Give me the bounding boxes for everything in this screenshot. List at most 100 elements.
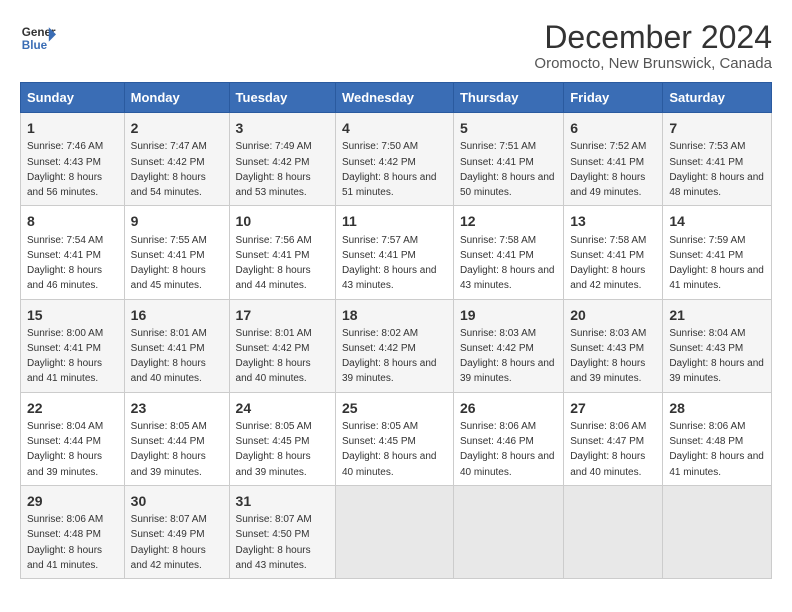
day-info: Sunrise: 7:50 AMSunset: 4:42 PMDaylight:… [342,141,437,198]
day-info: Sunrise: 8:04 AMSunset: 4:43 PMDaylight:… [669,328,764,385]
day-info: Sunrise: 7:47 AMSunset: 4:42 PMDaylight:… [131,141,207,198]
day-number: 26 [460,398,557,418]
day-number: 27 [570,398,656,418]
day-info: Sunrise: 7:51 AMSunset: 4:41 PMDaylight:… [460,141,555,198]
day-info: Sunrise: 7:58 AMSunset: 4:41 PMDaylight:… [460,235,555,292]
day-info: Sunrise: 7:56 AMSunset: 4:41 PMDaylight:… [236,235,312,292]
calendar-cell: 3 Sunrise: 7:49 AMSunset: 4:42 PMDaylight… [229,113,335,206]
day-number: 10 [236,211,329,231]
header-friday: Friday [564,83,663,113]
logo: General Blue General Blue [20,20,56,56]
day-info: Sunrise: 7:46 AMSunset: 4:43 PMDaylight:… [27,141,103,198]
page-subtitle: Oromocto, New Brunswick, Canada [534,55,772,72]
calendar-cell: 5 Sunrise: 7:51 AMSunset: 4:41 PMDaylight… [453,113,563,206]
calendar-cell: 18 Sunrise: 8:02 AMSunset: 4:42 PMDayligh… [335,299,453,392]
day-number: 22 [27,398,118,418]
header-saturday: Saturday [663,83,772,113]
day-info: Sunrise: 7:58 AMSunset: 4:41 PMDaylight:… [570,235,646,292]
day-info: Sunrise: 8:06 AMSunset: 4:46 PMDaylight:… [460,421,555,478]
day-number: 7 [669,118,765,138]
day-number: 28 [669,398,765,418]
calendar-cell: 19 Sunrise: 8:03 AMSunset: 4:42 PMDayligh… [453,299,563,392]
day-info: Sunrise: 8:03 AMSunset: 4:43 PMDaylight:… [570,328,646,385]
day-number: 8 [27,211,118,231]
day-info: Sunrise: 8:02 AMSunset: 4:42 PMDaylight:… [342,328,437,385]
calendar-week-1: 8 Sunrise: 7:54 AMSunset: 4:41 PMDaylight… [21,206,772,299]
calendar-week-0: 1 Sunrise: 7:46 AMSunset: 4:43 PMDaylight… [21,113,772,206]
header-monday: Monday [124,83,229,113]
calendar-table: SundayMondayTuesdayWednesdayThursdayFrid… [20,82,772,579]
day-info: Sunrise: 7:53 AMSunset: 4:41 PMDaylight:… [669,141,764,198]
day-number: 29 [27,491,118,511]
header-sunday: Sunday [21,83,125,113]
day-number: 4 [342,118,447,138]
day-info: Sunrise: 8:07 AMSunset: 4:49 PMDaylight:… [131,514,207,571]
day-number: 6 [570,118,656,138]
page-title: December 2024 [534,20,772,55]
calendar-cell: 10 Sunrise: 7:56 AMSunset: 4:41 PMDayligh… [229,206,335,299]
calendar-cell: 12 Sunrise: 7:58 AMSunset: 4:41 PMDayligh… [453,206,563,299]
calendar-cell: 13Sunrise: 7:58 AMSunset: 4:41 PMDayligh… [564,206,663,299]
day-number: 2 [131,118,223,138]
calendar-cell: 17 Sunrise: 8:01 AMSunset: 4:42 PMDayligh… [229,299,335,392]
day-number: 15 [27,305,118,325]
day-number: 23 [131,398,223,418]
calendar-cell: 8 Sunrise: 7:54 AMSunset: 4:41 PMDaylight… [21,206,125,299]
calendar-cell: 24Sunrise: 8:05 AMSunset: 4:45 PMDayligh… [229,392,335,485]
calendar-cell: 23 Sunrise: 8:05 AMSunset: 4:44 PMDayligh… [124,392,229,485]
calendar-cell: 21 Sunrise: 8:04 AMSunset: 4:43 PMDayligh… [663,299,772,392]
day-info: Sunrise: 7:57 AMSunset: 4:41 PMDaylight:… [342,235,437,292]
day-number: 18 [342,305,447,325]
day-number: 3 [236,118,329,138]
day-info: Sunrise: 8:05 AMSunset: 4:44 PMDaylight:… [131,421,207,478]
calendar-cell: 2 Sunrise: 7:47 AMSunset: 4:42 PMDaylight… [124,113,229,206]
calendar-cell: 1 Sunrise: 7:46 AMSunset: 4:43 PMDaylight… [21,113,125,206]
calendar-cell: 25 Sunrise: 8:05 AMSunset: 4:45 PMDayligh… [335,392,453,485]
calendar-cell: 28 Sunrise: 8:06 AMSunset: 4:48 PMDayligh… [663,392,772,485]
calendar-cell: 4 Sunrise: 7:50 AMSunset: 4:42 PMDaylight… [335,113,453,206]
calendar-cell: 7 Sunrise: 7:53 AMSunset: 4:41 PMDaylight… [663,113,772,206]
day-number: 17 [236,305,329,325]
calendar-cell: 15 Sunrise: 8:00 AMSunset: 4:41 PMDayligh… [21,299,125,392]
day-info: Sunrise: 7:52 AMSunset: 4:41 PMDaylight:… [570,141,646,198]
calendar-cell: 6 Sunrise: 7:52 AMSunset: 4:41 PMDaylight… [564,113,663,206]
day-number: 25 [342,398,447,418]
day-number: 21 [669,305,765,325]
header-wednesday: Wednesday [335,83,453,113]
day-info: Sunrise: 8:01 AMSunset: 4:42 PMDaylight:… [236,328,312,385]
calendar-cell: 30Sunrise: 8:07 AMSunset: 4:49 PMDayligh… [124,485,229,578]
day-info: Sunrise: 7:59 AMSunset: 4:41 PMDaylight:… [669,235,764,292]
day-info: Sunrise: 8:00 AMSunset: 4:41 PMDaylight:… [27,328,103,385]
day-number: 12 [460,211,557,231]
day-number: 19 [460,305,557,325]
title-area: December 2024 Oromocto, New Brunswick, C… [534,20,772,72]
day-info: Sunrise: 7:49 AMSunset: 4:42 PMDaylight:… [236,141,312,198]
calendar-cell: 27 Sunrise: 8:06 AMSunset: 4:47 PMDayligh… [564,392,663,485]
day-info: Sunrise: 8:03 AMSunset: 4:42 PMDaylight:… [460,328,555,385]
day-number: 24 [236,398,329,418]
logo-icon: General Blue [20,20,56,56]
calendar-cell: 31 Sunrise: 8:07 AMSunset: 4:50 PMDayligh… [229,485,335,578]
calendar-cell [663,485,772,578]
calendar-cell: 22Sunrise: 8:04 AMSunset: 4:44 PMDayligh… [21,392,125,485]
calendar-cell [335,485,453,578]
day-number: 1 [27,118,118,138]
day-info: Sunrise: 8:06 AMSunset: 4:48 PMDaylight:… [669,421,764,478]
calendar-cell: 14 Sunrise: 7:59 AMSunset: 4:41 PMDayligh… [663,206,772,299]
calendar-cell [564,485,663,578]
day-number: 5 [460,118,557,138]
calendar-cell: 29Sunrise: 8:06 AMSunset: 4:48 PMDayligh… [21,485,125,578]
day-info: Sunrise: 8:07 AMSunset: 4:50 PMDaylight:… [236,514,312,571]
day-number: 14 [669,211,765,231]
day-number: 20 [570,305,656,325]
day-number: 11 [342,211,447,231]
day-info: Sunrise: 8:05 AMSunset: 4:45 PMDaylight:… [342,421,437,478]
calendar-cell: 9Sunrise: 7:55 AMSunset: 4:41 PMDaylight… [124,206,229,299]
calendar-cell: 20 Sunrise: 8:03 AMSunset: 4:43 PMDayligh… [564,299,663,392]
day-number: 31 [236,491,329,511]
day-info: Sunrise: 8:06 AMSunset: 4:47 PMDaylight:… [570,421,646,478]
day-info: Sunrise: 7:55 AMSunset: 4:41 PMDaylight:… [131,235,207,292]
calendar-cell: 16Sunrise: 8:01 AMSunset: 4:41 PMDayligh… [124,299,229,392]
day-info: Sunrise: 7:54 AMSunset: 4:41 PMDaylight:… [27,235,103,292]
day-number: 16 [131,305,223,325]
